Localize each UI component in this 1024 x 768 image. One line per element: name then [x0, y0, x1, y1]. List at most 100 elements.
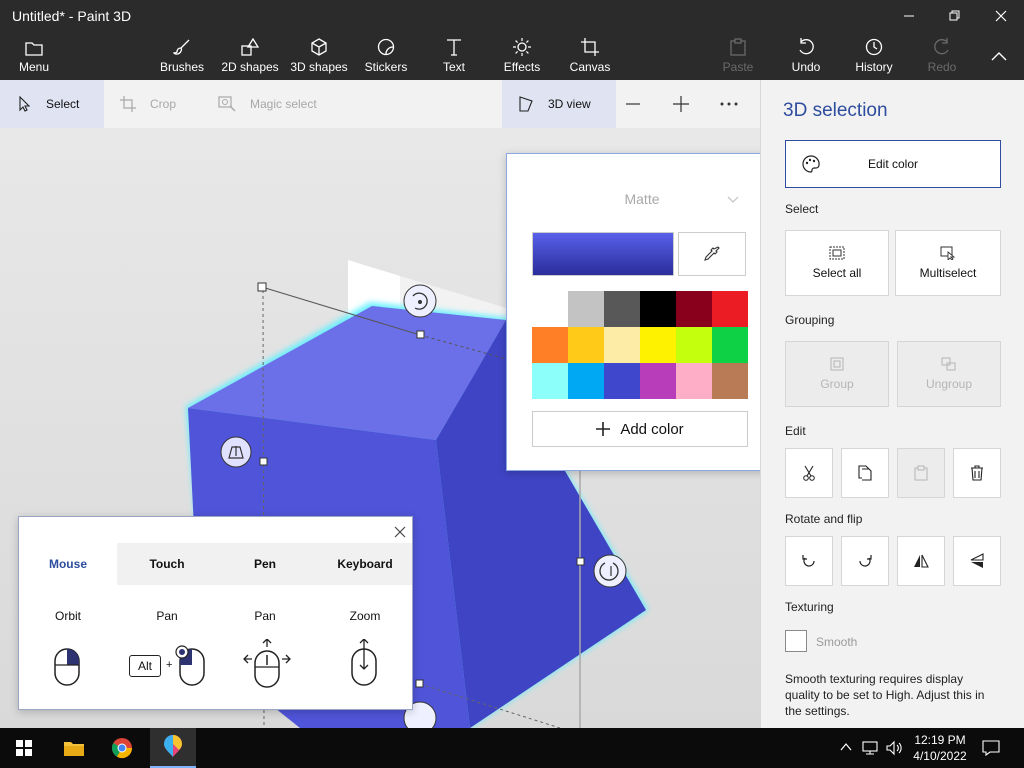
- select-tool-button[interactable]: Select: [0, 80, 104, 128]
- crop-button[interactable]: Crop: [104, 80, 204, 128]
- rotate-handle-top[interactable]: [403, 284, 437, 318]
- color-swatch[interactable]: [712, 291, 748, 327]
- stickers-button[interactable]: Stickers: [362, 32, 410, 80]
- edit-color-button[interactable]: Edit color: [785, 140, 1001, 188]
- brushes-button[interactable]: Brushes: [158, 32, 206, 80]
- help-close-button[interactable]: [389, 521, 411, 543]
- select-all-label: Select all: [812, 266, 862, 280]
- color-swatch[interactable]: [712, 363, 748, 399]
- multiselect-button[interactable]: Multiselect: [895, 230, 1001, 296]
- text-button[interactable]: Text: [434, 32, 474, 80]
- select-all-button[interactable]: Select all: [785, 230, 889, 296]
- minimize-button[interactable]: [886, 0, 932, 32]
- color-swatch[interactable]: [676, 327, 712, 363]
- tab-pen[interactable]: Pen: [216, 543, 314, 585]
- paint3d-icon: [164, 735, 182, 757]
- title-bar: Untitled* - Paint 3D: [0, 0, 1024, 32]
- color-swatch[interactable]: [676, 291, 712, 327]
- 3d-shapes-button[interactable]: 3D shapes: [288, 32, 350, 80]
- tab-mouse[interactable]: Mouse: [19, 543, 117, 585]
- folder-icon: [64, 742, 84, 756]
- delete-button[interactable]: [953, 448, 1001, 498]
- undo-button[interactable]: Undo: [786, 32, 826, 80]
- select-tool-label: Select: [46, 97, 80, 111]
- clock[interactable]: 12:19 PM 4/10/2022: [910, 732, 970, 764]
- ungroup-button[interactable]: Ungroup: [897, 341, 1001, 407]
- color-swatch[interactable]: [604, 327, 640, 363]
- group-button[interactable]: Group: [785, 341, 889, 407]
- color-swatch[interactable]: [568, 291, 604, 327]
- 2d-shapes-button[interactable]: 2D shapes: [220, 32, 280, 80]
- volume-icon[interactable]: [886, 740, 904, 756]
- color-swatch[interactable]: [568, 363, 604, 399]
- mouse-scroll-icon: [351, 639, 377, 686]
- minus-icon: [626, 103, 640, 105]
- menu-button[interactable]: Menu: [12, 32, 56, 80]
- more-options-button[interactable]: [720, 80, 752, 128]
- chevron-up-icon[interactable]: [840, 742, 852, 752]
- paint3d-taskbar-button[interactable]: [150, 728, 196, 768]
- rotate-handle-right[interactable]: [593, 554, 627, 588]
- network-icon[interactable]: [862, 740, 880, 756]
- push-pull-handle[interactable]: [220, 436, 252, 468]
- copy-button[interactable]: [841, 448, 889, 498]
- eyedropper-button[interactable]: [678, 232, 746, 276]
- magic-select-button[interactable]: Magic select: [204, 80, 344, 128]
- color-swatch[interactable]: [532, 291, 568, 327]
- color-swatch[interactable]: [568, 327, 604, 363]
- paste-icon: [730, 38, 746, 56]
- taskbar: 12:19 PM 4/10/2022: [0, 728, 1024, 768]
- texturing-section-label: Texturing: [785, 600, 834, 614]
- zoom-out-button[interactable]: [624, 80, 656, 128]
- alt-key-icon: Alt: [129, 655, 161, 677]
- cube-icon: [311, 38, 327, 56]
- rotate-right-button[interactable]: [841, 536, 889, 586]
- color-swatch[interactable]: [712, 327, 748, 363]
- redo-button[interactable]: Redo: [924, 32, 960, 80]
- collapse-ribbon-button[interactable]: [976, 32, 1022, 80]
- cut-button[interactable]: [785, 448, 833, 498]
- notifications-icon[interactable]: [982, 740, 1000, 756]
- crop-icon: [120, 96, 136, 112]
- chrome-taskbar-button[interactable]: [100, 728, 144, 768]
- flip-horizontal-button[interactable]: [897, 536, 945, 586]
- color-swatch[interactable]: [532, 363, 568, 399]
- zoom-in-button[interactable]: [672, 80, 704, 128]
- finish-dropdown[interactable]: Matte: [547, 184, 739, 214]
- group-label: Group: [820, 377, 854, 391]
- canvas-button[interactable]: Canvas: [568, 32, 612, 80]
- menu-label: Menu: [18, 60, 50, 74]
- color-swatch[interactable]: [640, 327, 676, 363]
- smooth-checkbox[interactable]: [785, 630, 807, 652]
- tab-keyboard[interactable]: Keyboard: [316, 543, 414, 585]
- paste-panel-button[interactable]: [897, 448, 945, 498]
- effects-button[interactable]: Effects: [500, 32, 544, 80]
- color-swatch[interactable]: [640, 291, 676, 327]
- flip-vertical-button[interactable]: [953, 536, 1001, 586]
- history-button[interactable]: History: [852, 32, 896, 80]
- restore-button[interactable]: [932, 0, 978, 32]
- plus-icon: [596, 422, 611, 436]
- folder-icon: [25, 42, 43, 56]
- more-icon: [720, 102, 738, 106]
- start-button[interactable]: [0, 728, 48, 768]
- paste-button[interactable]: Paste: [718, 32, 758, 80]
- color-swatch[interactable]: [532, 327, 568, 363]
- file-explorer-taskbar-button[interactable]: [52, 728, 96, 768]
- tab-touch[interactable]: Touch: [118, 543, 216, 585]
- alt-key-label: Alt: [137, 659, 152, 673]
- history-label: History: [855, 60, 893, 74]
- chevron-down-icon: [727, 196, 739, 203]
- rotate-left-button[interactable]: [785, 536, 833, 586]
- color-swatch[interactable]: [604, 291, 640, 327]
- add-color-button[interactable]: Add color: [532, 411, 748, 447]
- color-swatch[interactable]: [640, 363, 676, 399]
- color-swatch[interactable]: [676, 363, 712, 399]
- color-swatch[interactable]: [604, 363, 640, 399]
- close-button[interactable]: [978, 0, 1024, 32]
- smooth-texturing-note: Smooth texturing requires display qualit…: [785, 672, 985, 718]
- paste-icon: [914, 465, 928, 481]
- 3d-view-button[interactable]: 3D view: [502, 80, 616, 128]
- brushes-label: Brushes: [159, 60, 205, 74]
- mouse-right-click-icon: [54, 648, 80, 686]
